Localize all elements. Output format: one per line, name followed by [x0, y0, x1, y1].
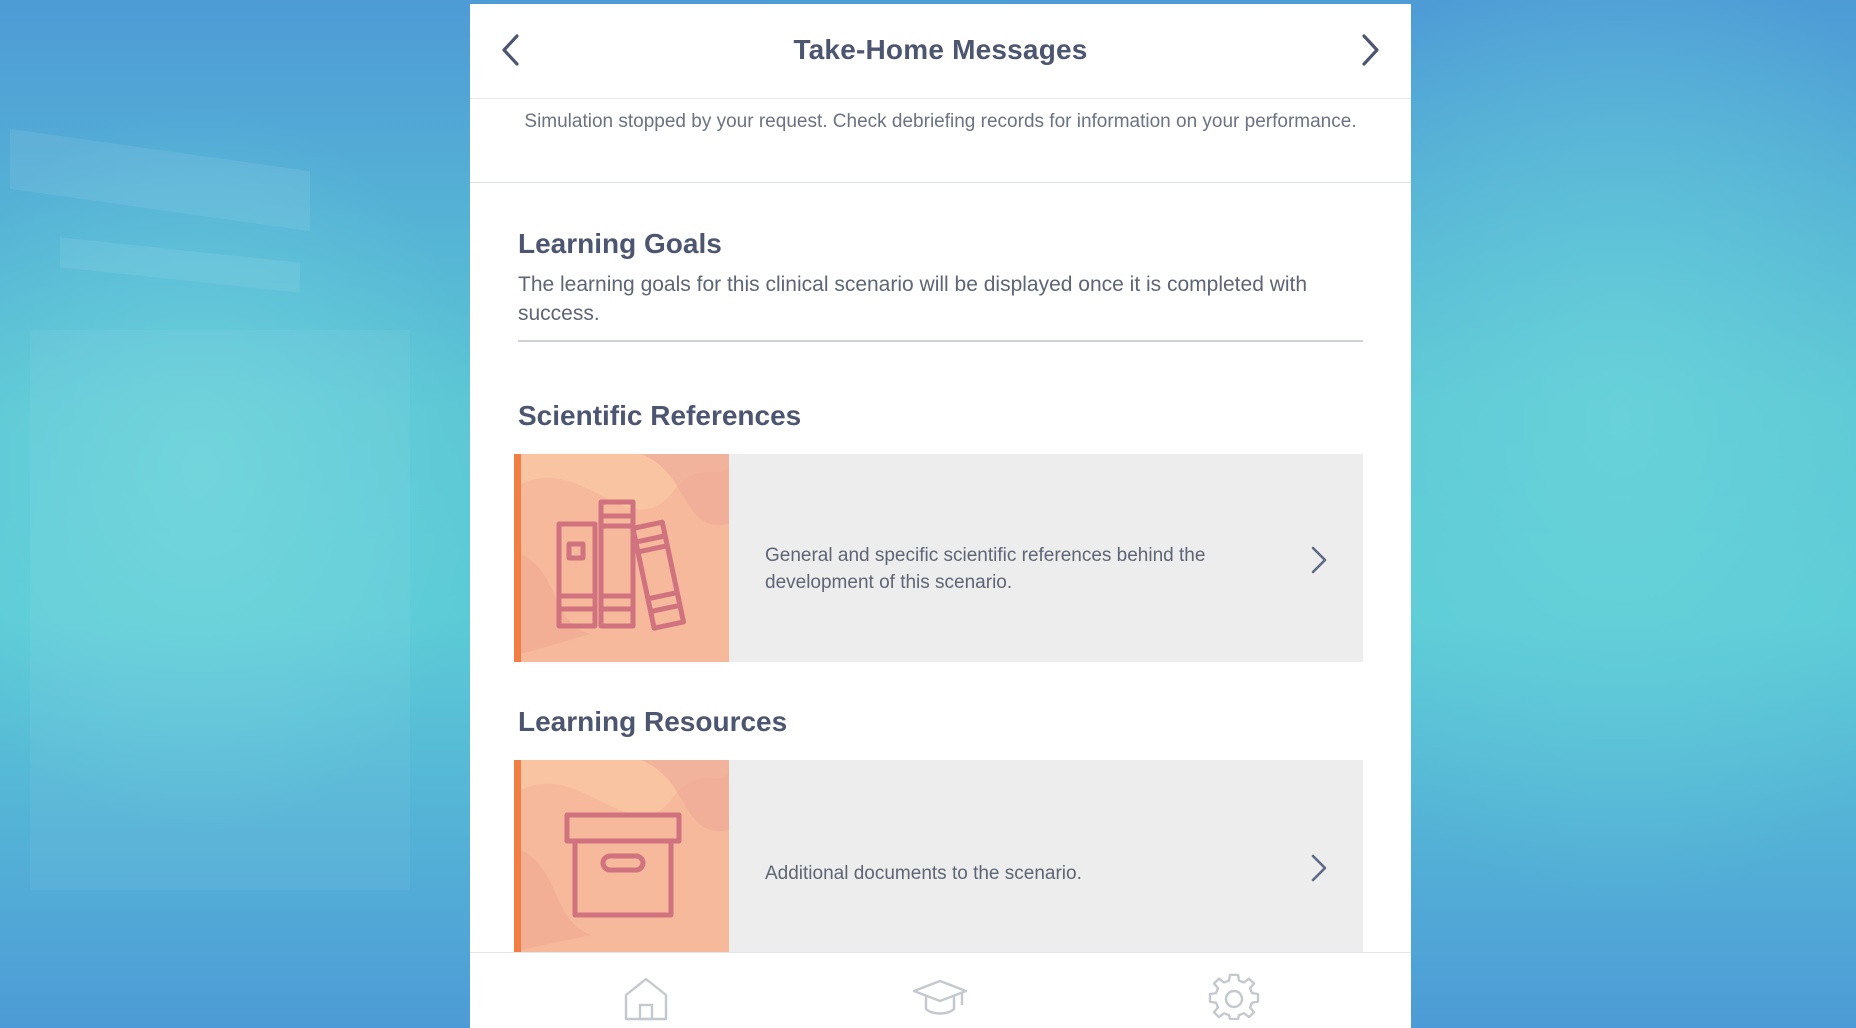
card-thumbnail [521, 454, 729, 662]
simulation-notice: Simulation stopped by your request. Chec… [524, 111, 1357, 132]
card-description: Additional documents to the scenario. [765, 863, 1082, 884]
header-bar: Take-Home Messages [470, 4, 1411, 99]
card-description: General and specific scientific referenc… [765, 545, 1206, 593]
learning-resources-title: Learning Resources [518, 706, 788, 737]
tab-settings[interactable] [1206, 973, 1262, 1023]
archive-box-icon [521, 760, 729, 952]
graduation-cap-icon [912, 979, 968, 1015]
books-icon [521, 454, 729, 662]
bottom-tab-bar [470, 952, 1411, 1028]
background-ceiling-light [60, 237, 300, 293]
forward-button[interactable] [1349, 30, 1389, 70]
tab-learning[interactable] [912, 973, 968, 1023]
tab-home[interactable] [618, 973, 674, 1023]
learning-goals-text: The learning goals for this clinical sce… [518, 273, 1308, 325]
chevron-right-icon [1303, 540, 1333, 580]
card-accent-bar [514, 454, 521, 662]
scientific-references-card[interactable]: General and specific scientific referenc… [514, 454, 1363, 662]
notice-divider [470, 182, 1411, 183]
background-door [30, 330, 410, 890]
take-home-messages-panel: Take-Home Messages Simulation stopped by… [470, 4, 1411, 1028]
home-icon [624, 977, 668, 1021]
chevron-right-icon [1362, 34, 1379, 66]
scientific-references-title: Scientific References [518, 400, 802, 431]
learning-goals-title: Learning Goals [518, 228, 722, 259]
chevron-right-icon [1303, 848, 1333, 888]
learning-goals-divider [518, 340, 1363, 342]
page-title: Take-Home Messages [793, 34, 1088, 65]
learning-resources-card[interactable]: Additional documents to the scenario. [514, 760, 1363, 952]
card-accent-bar [514, 760, 521, 952]
gear-icon [1208, 973, 1260, 1021]
back-button[interactable] [492, 30, 532, 70]
card-thumbnail [521, 760, 729, 952]
background-ceiling-light [10, 128, 310, 232]
chevron-left-icon [502, 34, 519, 66]
